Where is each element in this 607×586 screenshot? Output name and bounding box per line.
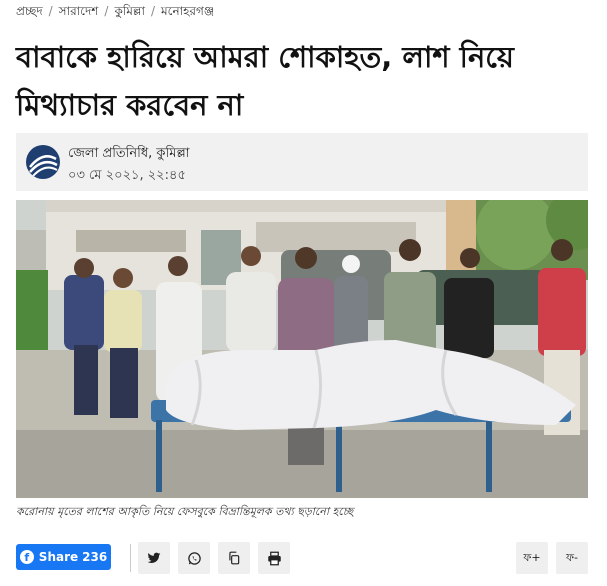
share-divider (130, 544, 131, 572)
breadcrumb-home[interactable]: প্রচ্ছদ (16, 4, 43, 18)
article-photo (16, 200, 588, 498)
author-box: জেলা প্রতিনিধি, কুমিল্লা ০৩ মে ২০২১, ২২:… (16, 133, 588, 191)
print-icon (267, 551, 281, 565)
breadcrumb-separator: / (48, 4, 53, 18)
publish-time: ০৩ মে ২০২১, ২২:৪৫ (68, 168, 186, 183)
facebook-share-count: 236 (82, 550, 108, 564)
facebook-share-label: Share (38, 550, 79, 564)
facebook-share-button[interactable]: f Share 236 (16, 544, 111, 570)
breadcrumb-separator: / (150, 4, 155, 18)
article-title: বাবাকে হারিয়ে আমরা শোকাহত, লাশ নিয়ে মি… (16, 40, 515, 122)
font-decrease-button[interactable]: ফ- (556, 542, 588, 574)
twitter-icon (147, 552, 161, 564)
whatsapp-icon (187, 551, 201, 565)
publisher-logo-icon (26, 145, 60, 179)
breadcrumb-separator: / (104, 4, 109, 18)
breadcrumb: প্রচ্ছদ / সারাদেশ / কুমিল্লা / মনোহরগঞ্জ (16, 3, 214, 23)
author-name[interactable]: জেলা প্রতিনিধি, কুমিল্লা (68, 144, 189, 165)
print-button[interactable] (258, 542, 290, 574)
copy-icon (229, 551, 240, 565)
breadcrumb-country[interactable]: সারাদেশ (59, 4, 99, 18)
breadcrumb-district[interactable]: কুমিল্লা (114, 4, 145, 18)
copy-link-button[interactable] (218, 542, 250, 574)
breadcrumb-upazila[interactable]: মনোহরগঞ্জ (161, 4, 214, 18)
facebook-icon: f (19, 550, 34, 564)
share-bar: f Share 236 ফ+ ফ- (16, 542, 588, 574)
photo-caption: করোনায় মৃতের লাশের আকৃতি নিয়ে ফেসবুকে … (16, 505, 354, 518)
whatsapp-share-button[interactable] (178, 542, 210, 574)
font-increase-button[interactable]: ফ+ (516, 542, 548, 574)
twitter-share-button[interactable] (138, 542, 170, 574)
